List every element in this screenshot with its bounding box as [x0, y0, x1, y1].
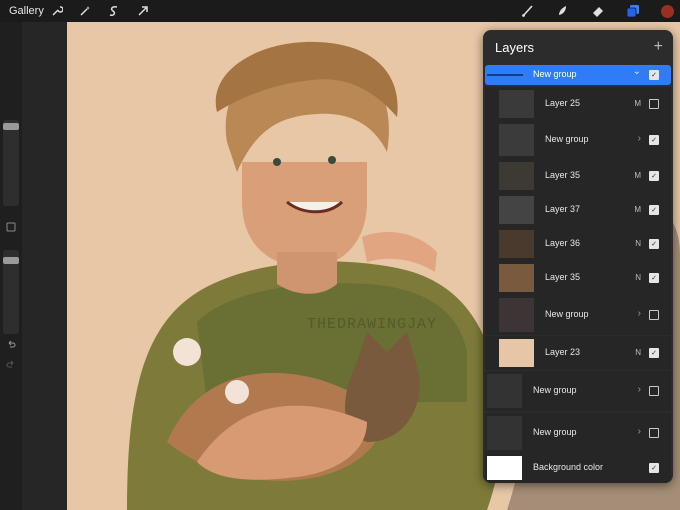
blend-mode-label[interactable]: M — [634, 99, 641, 108]
layer-group-row[interactable]: New group › ✓ — [485, 121, 671, 159]
layer-name: Background color — [533, 462, 604, 472]
gallery-button[interactable]: Gallery — [9, 5, 44, 17]
layers-icon[interactable] — [625, 3, 641, 19]
layer-name: Layer 37 — [545, 204, 581, 214]
layer-name: New group — [533, 69, 577, 79]
opacity-slider-thumb[interactable] — [3, 257, 19, 264]
layer-visibility-checkbox[interactable]: ✓ — [649, 171, 659, 181]
layer-thumbnail — [499, 264, 534, 292]
brush-icon[interactable] — [520, 3, 536, 19]
layer-thumbnail — [487, 374, 522, 408]
layer-name: New group — [533, 385, 577, 395]
layer-row[interactable]: Layer 36 N ✓ — [485, 227, 671, 261]
layers-panel: Layers + New group ⌄ ✓ Layer 25 M New group › ✓… — [483, 30, 673, 483]
layer-visibility-checkbox[interactable]: ✓ — [649, 135, 659, 145]
layer-group-row[interactable]: New group › — [485, 295, 671, 335]
layer-row[interactable]: Layer 37 M ✓ — [485, 193, 671, 227]
layer-thumbnail — [499, 90, 534, 118]
layer-thumbnail — [499, 124, 534, 156]
layer-name: Layer 35 — [545, 272, 581, 282]
layer-visibility-checkbox[interactable] — [649, 310, 659, 320]
layer-name: Layer 35 — [545, 170, 581, 180]
canvas-margin — [22, 22, 67, 510]
layer-name: Layer 36 — [545, 238, 581, 248]
layer-group-row[interactable]: New group › — [485, 371, 671, 411]
blend-mode-label[interactable]: N — [635, 348, 641, 357]
chevron-right-icon[interactable]: › — [638, 384, 641, 395]
layers-panel-title: Layers — [495, 40, 535, 55]
layer-visibility-checkbox[interactable]: ✓ — [649, 348, 659, 358]
artwork-watermark: THEDRAWINGJAY — [307, 316, 438, 333]
layer-visibility-checkbox[interactable]: ✓ — [649, 70, 659, 80]
eraser-icon[interactable] — [590, 3, 606, 19]
modify-square-button[interactable] — [4, 222, 18, 234]
layer-thumbnail — [499, 230, 534, 258]
blend-mode-label[interactable]: N — [635, 273, 641, 282]
blend-mode-label[interactable]: M — [634, 205, 641, 214]
layer-visibility-checkbox[interactable]: ✓ — [649, 205, 659, 215]
add-layer-icon[interactable]: + — [654, 38, 663, 56]
brush-size-slider-thumb[interactable] — [3, 123, 19, 130]
layer-thumbnail — [487, 74, 523, 76]
transform-arrow-icon[interactable] — [135, 3, 151, 19]
blend-mode-label[interactable]: M — [634, 171, 641, 180]
layer-row[interactable]: Layer 35 M ✓ — [485, 159, 671, 193]
magic-wand-icon[interactable] — [77, 3, 93, 19]
undo-icon[interactable] — [4, 340, 18, 352]
layer-row[interactable]: Layer 25 M — [485, 87, 671, 121]
layer-thumbnail — [499, 196, 534, 224]
top-toolbar: Gallery — [0, 0, 680, 22]
left-sidebar — [0, 22, 22, 510]
chevron-right-icon[interactable]: › — [638, 426, 641, 437]
wrench-icon[interactable] — [49, 3, 65, 19]
layer-group-row[interactable]: New group › — [485, 413, 671, 453]
blend-mode-label[interactable]: N — [635, 239, 641, 248]
layer-name: Layer 25 — [545, 98, 581, 108]
chevron-down-icon[interactable]: ⌄ — [633, 66, 641, 77]
layer-name: New group — [545, 309, 589, 319]
layer-visibility-checkbox[interactable]: ✓ — [649, 239, 659, 249]
layer-thumbnail — [499, 298, 534, 332]
layer-thumbnail — [487, 456, 522, 480]
layer-visibility-checkbox[interactable] — [649, 428, 659, 438]
layer-name: New group — [533, 427, 577, 437]
layer-visibility-checkbox[interactable] — [649, 99, 659, 109]
layer-visibility-checkbox[interactable]: ✓ — [649, 273, 659, 283]
layer-row[interactable]: Layer 23 N ✓ — [485, 336, 671, 370]
layer-thumbnail — [487, 416, 522, 450]
layer-thumbnail — [499, 162, 534, 190]
redo-icon[interactable] — [4, 360, 18, 372]
layer-name: New group — [545, 134, 589, 144]
layer-name: Layer 23 — [545, 347, 581, 357]
layer-thumbnail — [499, 339, 534, 367]
chevron-right-icon[interactable]: › — [638, 133, 641, 144]
layer-group-row[interactable]: New group ⌄ ✓ — [485, 65, 671, 85]
smudge-icon[interactable] — [555, 3, 571, 19]
chevron-right-icon[interactable]: › — [638, 308, 641, 319]
color-swatch[interactable] — [659, 3, 675, 19]
brush-size-slider[interactable] — [3, 120, 19, 206]
layer-visibility-checkbox[interactable] — [649, 386, 659, 396]
layer-visibility-checkbox[interactable]: ✓ — [649, 463, 659, 473]
layer-row[interactable]: Layer 35 N ✓ — [485, 261, 671, 295]
layer-row[interactable]: Background color ✓ — [485, 453, 671, 483]
selection-icon[interactable] — [106, 3, 122, 19]
